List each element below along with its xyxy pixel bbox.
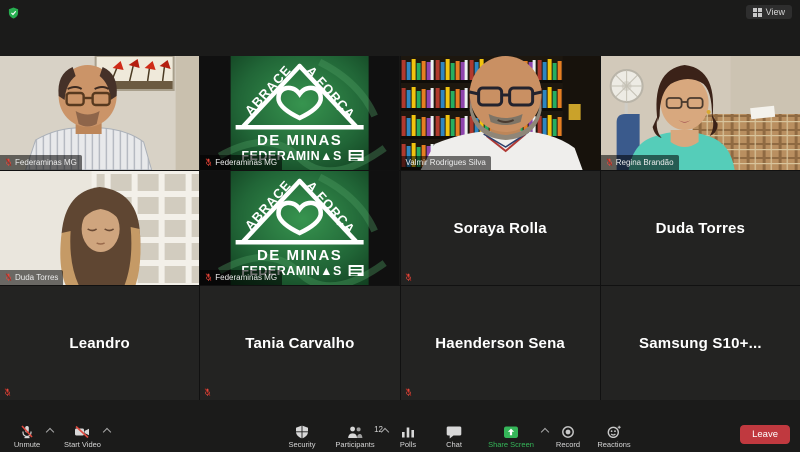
share-screen-options-chevron[interactable]: [541, 428, 549, 436]
participants-button[interactable]: 12 Participants: [329, 424, 381, 450]
video-feed: [0, 171, 199, 285]
polls-button[interactable]: Polls: [389, 424, 427, 450]
video-tile-federaminas-logo-1[interactable]: ABRACE A FORÇA DE MINAS FEDERAMIN▲S Fede…: [200, 56, 399, 170]
participant-name-label: Valmir Rodrigues Silva: [401, 156, 491, 170]
participant-person: [60, 187, 140, 285]
logo-badge: [349, 265, 364, 276]
top-bar: View: [0, 0, 800, 28]
federaminas-logo: ABRACE A FORÇA DE MINAS FEDERAMIN▲S: [200, 56, 399, 170]
muted-mic-icon: [405, 388, 412, 397]
view-button-label: View: [766, 7, 785, 17]
share-screen-label: Share Screen: [488, 440, 534, 449]
chat-bubble-icon: [446, 425, 462, 439]
unmute-label: Unmute: [14, 440, 40, 449]
muted-mic-icon: [606, 158, 613, 167]
start-video-label: Start Video: [64, 440, 101, 449]
video-feed: [0, 56, 199, 170]
meeting-toolbar: Unmute Start Video Security: [0, 418, 800, 452]
video-tile-federaminas-mg-1[interactable]: Federaminas MG: [0, 56, 199, 170]
gallery-grid-icon: [753, 8, 762, 17]
camera-off-icon: [74, 425, 90, 439]
video-feed: [601, 56, 800, 170]
video-tile-duda[interactable]: Duda Torres: [0, 171, 199, 285]
security-button[interactable]: Security: [283, 424, 321, 450]
share-screen-icon: [503, 425, 519, 439]
participant-display-name: Soraya Rolla: [401, 171, 600, 285]
participant-display-name: Samsung S10+...: [601, 286, 800, 400]
participants-label: Participants: [335, 440, 374, 449]
video-tile-leandro[interactable]: Leandro: [0, 286, 199, 400]
muted-mic-icon: [205, 158, 212, 167]
mic-muted-icon: [19, 425, 35, 439]
participant-display-name: Duda Torres: [601, 171, 800, 285]
participants-icon: [346, 425, 364, 439]
video-tile-tania[interactable]: Tania Carvalho: [200, 286, 399, 400]
svg-text:DE MINAS: DE MINAS: [257, 132, 342, 149]
video-tile-regina[interactable]: Regina Brandão: [601, 56, 800, 170]
muted-mic-icon: [204, 388, 211, 397]
chat-button[interactable]: Chat: [435, 424, 473, 450]
participant-name-label: Federaminas MG: [200, 270, 282, 285]
record-icon: [560, 425, 576, 439]
muted-mic-icon: [5, 158, 12, 167]
participant-name-label: Federaminas MG: [200, 155, 282, 170]
reactions-smiley-icon: [606, 425, 622, 439]
svg-text:DE MINAS: DE MINAS: [257, 247, 342, 264]
participant-name-label: Regina Brandão: [601, 155, 679, 170]
participant-display-name: Leandro: [0, 286, 199, 400]
start-video-options-chevron[interactable]: [103, 428, 111, 436]
start-video-button[interactable]: Start Video: [62, 424, 103, 450]
view-button[interactable]: View: [746, 5, 792, 19]
share-screen-button[interactable]: Share Screen: [481, 424, 541, 450]
participant-name-text: Federaminas MG: [215, 274, 277, 282]
muted-mic-icon: [5, 273, 12, 282]
reactions-label: Reactions: [597, 440, 630, 449]
muted-mic-icon: [205, 273, 212, 282]
participant-name-label: Federaminas MG: [0, 155, 82, 170]
participant-name-text: Federaminas MG: [15, 159, 77, 167]
video-tile-samsung[interactable]: Samsung S10+...: [601, 286, 800, 400]
leave-button[interactable]: Leave: [740, 425, 790, 444]
participant-name-text: Valmir Rodrigues Silva: [406, 159, 486, 167]
video-tile-haenderson[interactable]: Haenderson Sena: [401, 286, 600, 400]
record-button[interactable]: Record: [549, 424, 587, 450]
record-label: Record: [556, 440, 580, 449]
logo-badge: [349, 150, 364, 161]
polls-bar-chart-icon: [400, 425, 416, 439]
federaminas-logo: ABRACE A FORÇA DE MINAS FEDERAMIN▲S: [200, 171, 399, 285]
unmute-options-chevron[interactable]: [46, 428, 54, 436]
reactions-button[interactable]: Reactions: [595, 424, 633, 450]
polls-label: Polls: [400, 440, 416, 449]
unmute-button[interactable]: Unmute: [8, 424, 46, 450]
video-tile-soraya[interactable]: Soraya Rolla: [401, 171, 600, 285]
muted-mic-icon: [405, 273, 412, 282]
video-tile-federaminas-logo-2[interactable]: ABRACE A FORÇA DE MINAS FEDERAMIN▲S Fede…: [200, 171, 399, 285]
participant-display-name: Tania Carvalho: [200, 286, 399, 400]
video-gallery-grid: Federaminas MG ABRACE A FORÇA DE MINAS: [0, 56, 800, 400]
security-shield-icon: [294, 425, 310, 439]
video-feed: [401, 56, 600, 170]
video-tile-duda-name[interactable]: Duda Torres: [601, 171, 800, 285]
participant-display-name: Haenderson Sena: [401, 286, 600, 400]
participant-name-text: Federaminas MG: [215, 159, 277, 167]
participants-options-chevron[interactable]: [381, 428, 389, 436]
security-label: Security: [288, 440, 315, 449]
participant-name-text: Regina Brandão: [616, 159, 674, 167]
zoom-meeting-window: View: [0, 0, 800, 452]
participant-name-text: Duda Torres: [15, 274, 58, 282]
participant-name-label: Duda Torres: [0, 270, 63, 285]
muted-mic-icon: [4, 388, 11, 397]
chat-label: Chat: [446, 440, 462, 449]
meeting-security-shield-icon[interactable]: [8, 7, 19, 25]
video-tile-valmir[interactable]: Valmir Rodrigues Silva: [401, 56, 600, 170]
